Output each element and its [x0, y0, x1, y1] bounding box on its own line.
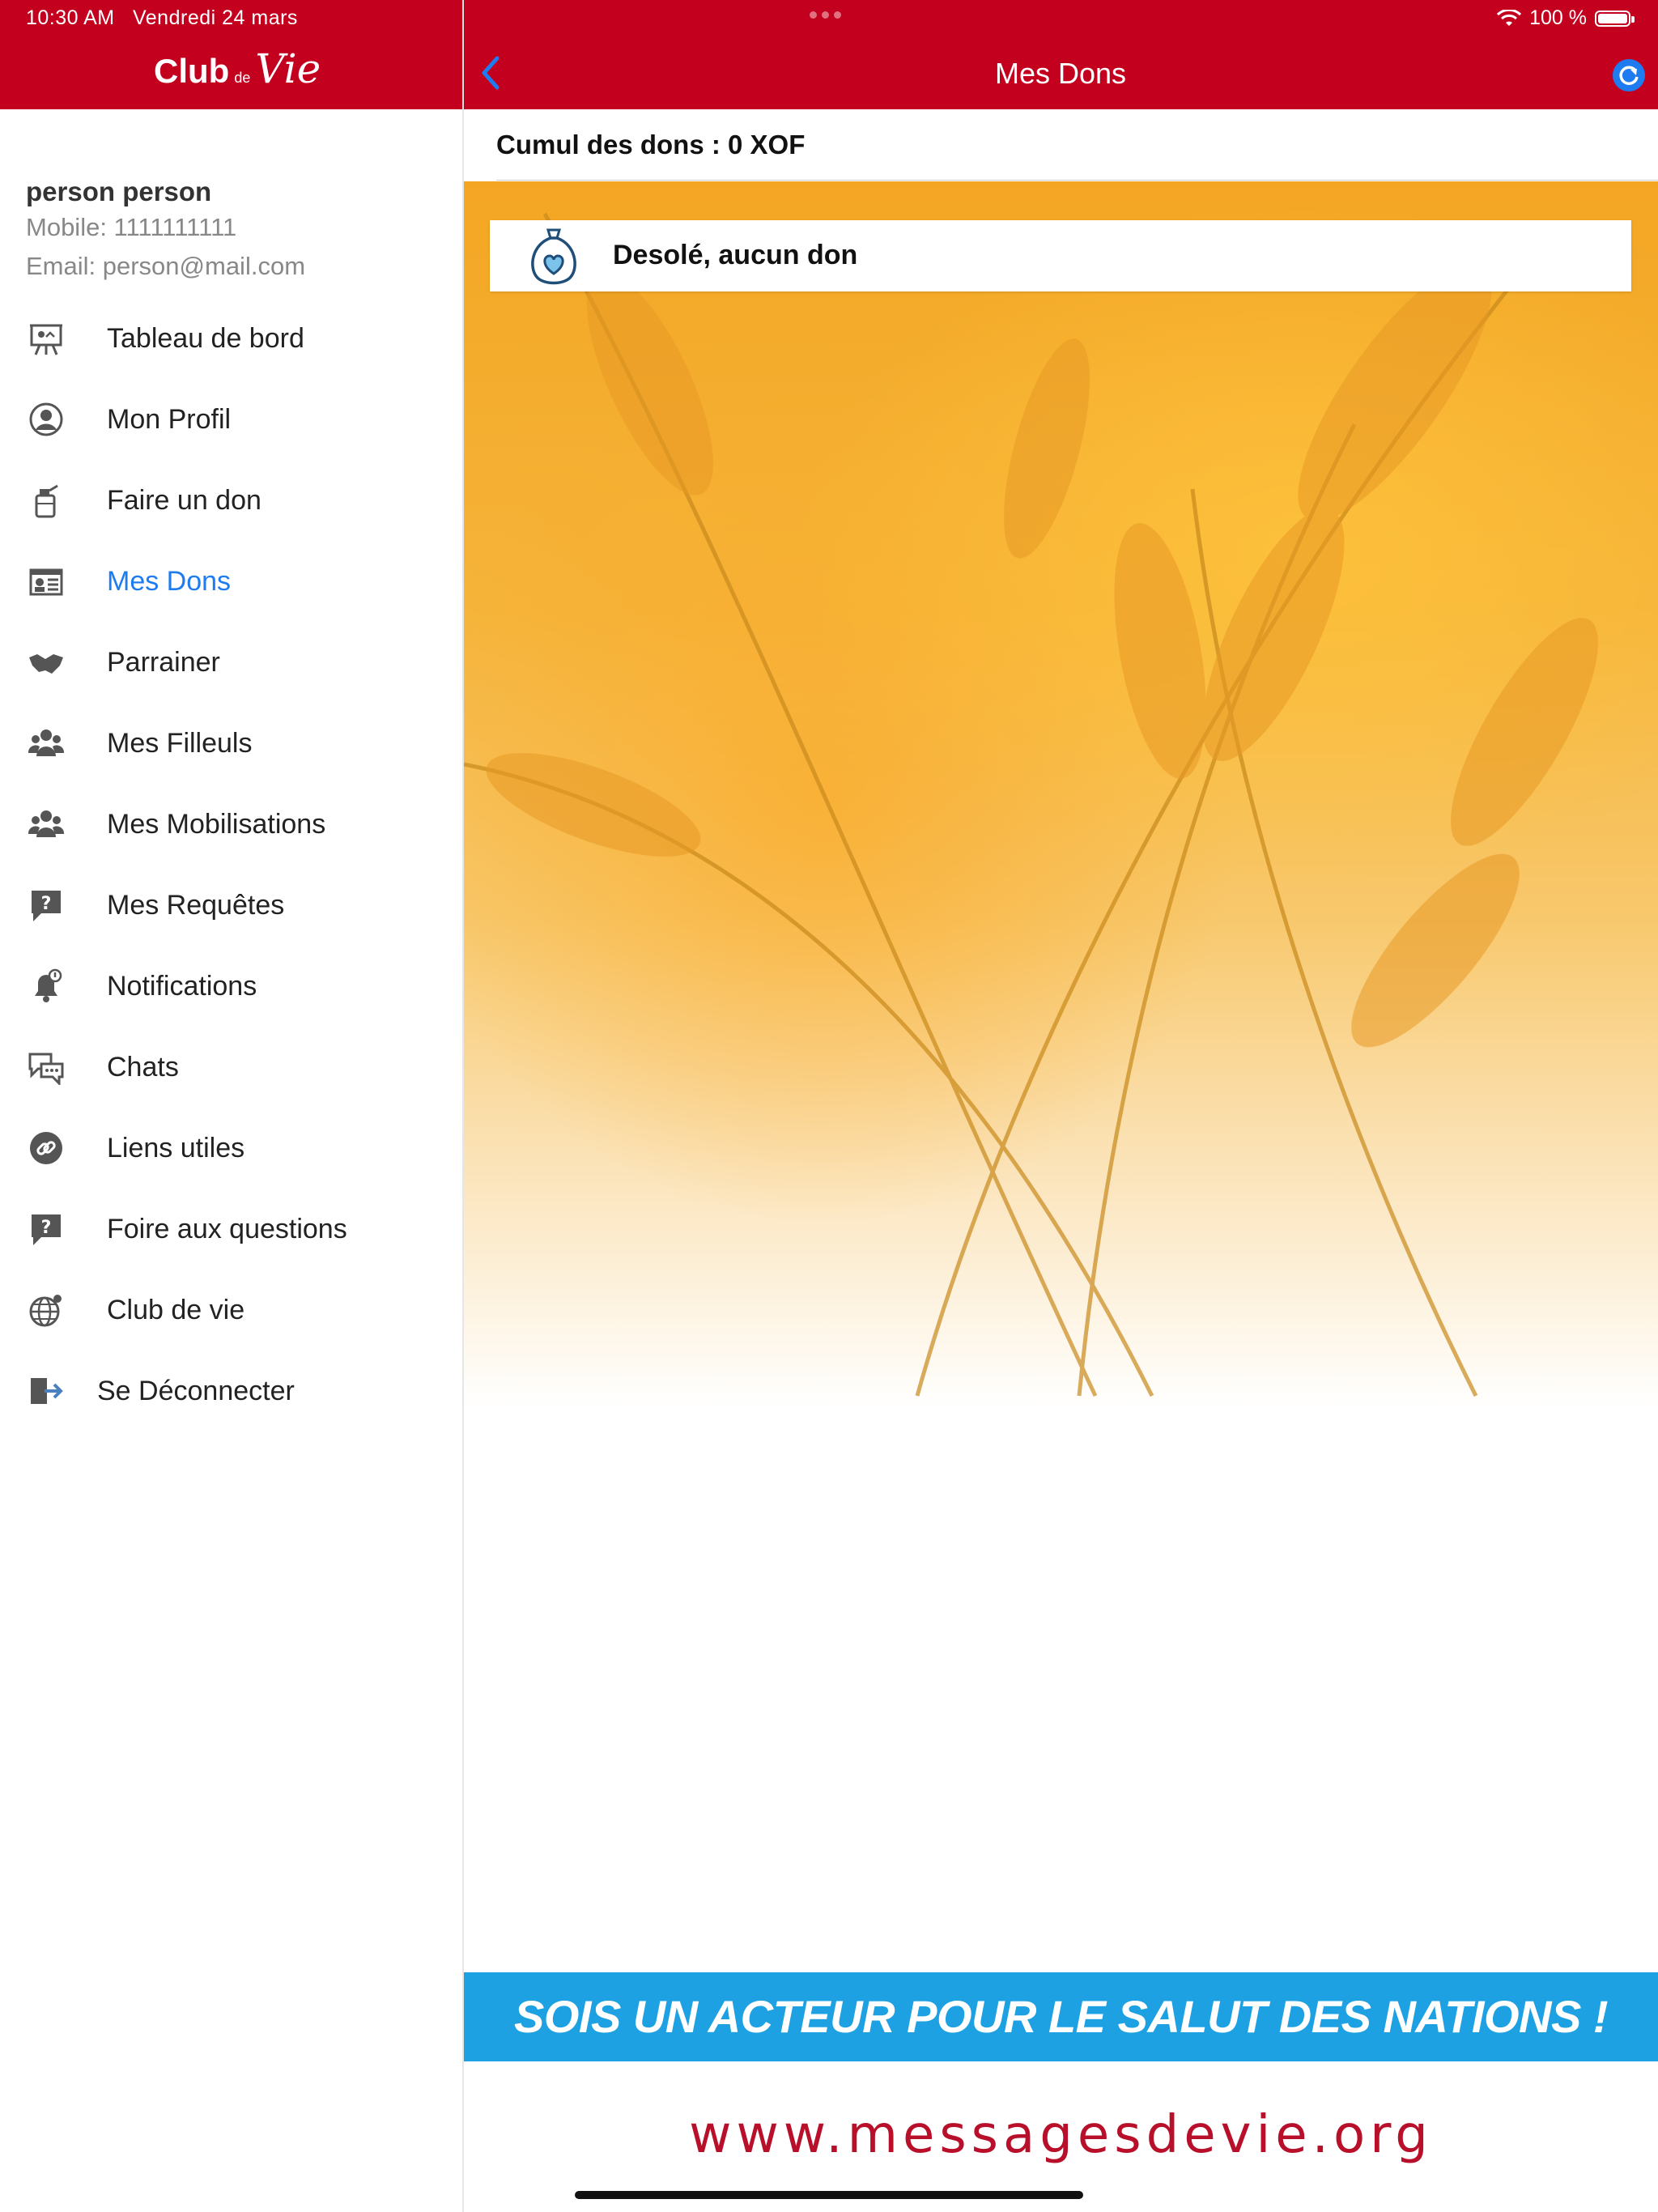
status-time: 10:30 AM	[26, 6, 115, 29]
sidebar-item-label: Foire aux questions	[107, 1213, 347, 1244]
logo-de: de	[234, 70, 251, 86]
sidebar-item-label: Mes Mobilisations	[107, 808, 326, 840]
sidebar-item-label: Chats	[107, 1051, 179, 1083]
multitask-dots[interactable]	[810, 11, 841, 19]
top-bar: 10:30 AM Vendredi 24 mars 100 % Club de …	[0, 0, 1658, 109]
user-email: Email: person@mail.com	[26, 252, 306, 280]
sidebar-item-tableau-de-bord[interactable]: Tableau de bord	[0, 306, 462, 371]
website-link[interactable]: www.messagesdevie.org	[464, 2105, 1658, 2165]
status-date: Vendredi 24 mars	[132, 6, 298, 29]
cumul-divider	[496, 180, 1658, 181]
handshake-icon	[28, 644, 65, 681]
app-logo: Club de Vie	[154, 45, 321, 92]
sidebar-item-club-de-vie[interactable]: Club de vie	[0, 1278, 462, 1342]
banner-text: SOIS UN ACTEUR POUR LE SALUT DES NATIONS…	[513, 1991, 1609, 2042]
sidebar-item-mes-filleuls[interactable]: Mes Filleuls	[0, 711, 462, 776]
group-icon	[28, 725, 65, 762]
sidebar-item-label: Mes Filleuls	[107, 727, 253, 759]
home-indicator[interactable]	[575, 2191, 1083, 2199]
sidebar-item-label: Mes Dons	[107, 565, 232, 597]
refresh-icon	[1619, 66, 1639, 85]
sidebar-item-label: Club de vie	[107, 1294, 245, 1325]
donations-total: Cumul des dons : 0 XOF	[496, 130, 806, 160]
globe-icon	[28, 1291, 65, 1329]
sidebar-item-label: Notifications	[107, 970, 257, 1002]
sidebar-item-label: Faire un don	[107, 484, 261, 516]
wheat-background-image	[464, 181, 1658, 1408]
sidebar-item-label: Liens utiles	[107, 1132, 245, 1163]
sidebar-item-notifications[interactable]: Notifications	[0, 954, 462, 1019]
question-bubble-icon: ?	[28, 1210, 65, 1248]
back-chevron-icon[interactable]	[478, 53, 502, 92]
sidebar-item-se-deconnecter[interactable]: Se Déconnecter	[0, 1359, 462, 1423]
page-title: Mes Dons	[994, 57, 1127, 90]
user-circle-icon	[28, 401, 65, 438]
battery-percent: 100 %	[1529, 6, 1587, 29]
battery-icon	[1595, 10, 1635, 27]
donation-bag-icon	[531, 228, 576, 285]
empty-state-card: Desolé, aucun don	[490, 220, 1631, 291]
sidebar-item-mon-profil[interactable]: Mon Profil	[0, 387, 462, 452]
refresh-button[interactable]	[1613, 59, 1645, 91]
status-time-date: 10:30 AM Vendredi 24 mars	[26, 6, 298, 30]
id-card-icon	[28, 563, 65, 600]
group-icon	[28, 806, 65, 843]
logo-vie: Vie	[255, 45, 321, 92]
svg-text:?: ?	[41, 894, 52, 914]
user-mobile: Mobile: 1111111111	[26, 213, 237, 241]
question-bubble-icon: ?	[28, 887, 65, 924]
sidebar-item-label: Tableau de bord	[107, 322, 304, 354]
sidebar-item-parrainer[interactable]: Parrainer	[0, 630, 462, 695]
sidebar-item-mes-dons[interactable]: Mes Dons	[0, 549, 462, 614]
logo-club: Club	[154, 52, 230, 90]
sidebar-item-foire-aux-questions[interactable]: ? Foire aux questions	[0, 1197, 462, 1261]
bell-icon	[28, 968, 65, 1005]
chat-bubbles-icon	[28, 1049, 65, 1086]
sidebar-item-label: Mes Requêtes	[107, 889, 285, 921]
sidebar-item-label: Parrainer	[107, 646, 220, 678]
sidebar-item-chats[interactable]: Chats	[0, 1035, 462, 1100]
donation-bottle-icon	[28, 482, 65, 519]
link-icon	[28, 1129, 65, 1167]
svg-text:?: ?	[41, 1218, 52, 1238]
sidebar-item-label: Se Déconnecter	[97, 1375, 295, 1406]
sidebar-item-faire-un-don[interactable]: Faire un don	[0, 468, 462, 533]
presentation-board-icon	[28, 320, 65, 357]
logout-icon	[28, 1372, 65, 1410]
status-right: 100 %	[1497, 6, 1635, 30]
sidebar-item-mes-requetes[interactable]: ? Mes Requêtes	[0, 873, 462, 938]
promo-banner: SOIS UN ACTEUR POUR LE SALUT DES NATIONS…	[464, 1972, 1658, 2061]
user-name: person person	[26, 177, 212, 206]
empty-state-message: Desolé, aucun don	[613, 240, 858, 270]
sidebar-item-liens-utiles[interactable]: Liens utiles	[0, 1116, 462, 1180]
sidebar-item-label: Mon Profil	[107, 403, 232, 435]
wifi-icon	[1497, 9, 1522, 26]
sidebar-item-mes-mobilisations[interactable]: Mes Mobilisations	[0, 792, 462, 857]
